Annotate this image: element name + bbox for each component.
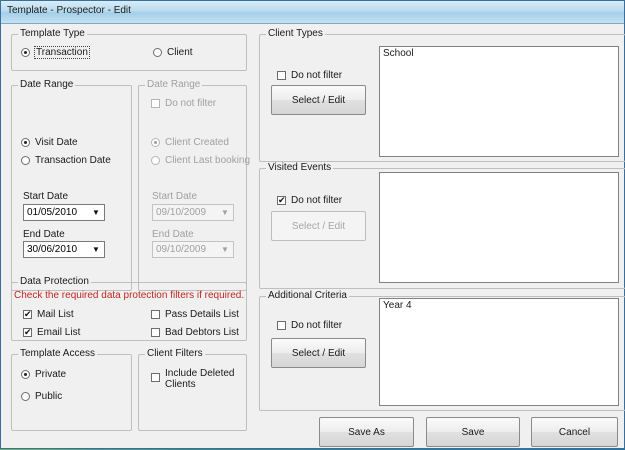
window-client-area: Template Type Transaction Client Date Ra…	[7, 25, 625, 447]
checkbox-box	[151, 310, 160, 319]
template-access-group: Template Access	[11, 349, 132, 431]
list-item[interactable]: Year 4	[383, 300, 412, 311]
client-label: Client	[167, 47, 193, 58]
mail-list-checkbox[interactable]: ✔ Mail List	[23, 309, 74, 320]
start-date-label: Start Date	[23, 191, 69, 202]
visited-events-legend: Visited Events	[268, 162, 332, 173]
data-protection-note: Check the required data protection filte…	[14, 290, 245, 301]
chevron-down-icon: ▼	[92, 245, 100, 254]
do-not-filter-label: Do not filter	[165, 98, 217, 109]
email-list-checkbox[interactable]: ✔ Email List	[23, 327, 80, 338]
include-deleted-label-line2: Clients	[165, 379, 196, 390]
visited-events-select-edit-button[interactable]: Select / Edit	[271, 211, 366, 241]
pass-details-list-label: Pass Details List	[165, 309, 239, 320]
checkbox-box	[151, 328, 160, 337]
radio-indicator	[21, 156, 30, 165]
private-radio[interactable]: Private	[21, 369, 66, 380]
client-date-do-not-filter-checkbox[interactable]: Do not filter	[151, 98, 216, 109]
chevron-down-icon: ▼	[221, 208, 229, 217]
template-type-legend: Template Type	[20, 28, 85, 39]
client-end-date-value: 09/10/2009	[156, 244, 207, 255]
date-range-group: Date Range	[11, 80, 132, 291]
chevron-down-icon: ▼	[221, 245, 229, 254]
visited-events-do-not-filter-checkbox[interactable]: ✔ Do not filter	[277, 195, 342, 206]
end-date-dropdown[interactable]: 30/06/2010 ▼	[23, 241, 105, 258]
include-deleted-clients-checkbox[interactable]: Include Deleted Clients	[151, 368, 235, 390]
list-item[interactable]: School	[383, 48, 414, 59]
public-label: Public	[35, 391, 63, 402]
template-access-legend: Template Access	[20, 348, 96, 359]
transaction-label: Transaction	[34, 46, 90, 59]
start-date-value: 01/05/2010	[27, 207, 78, 218]
visit-date-radio[interactable]: Visit Date	[21, 137, 78, 148]
client-types-legend: Client Types	[268, 28, 323, 39]
checkbox-box	[151, 99, 160, 108]
additional-criteria-do-not-filter-checkbox[interactable]: Do not filter	[277, 320, 342, 331]
checkbox-box	[277, 71, 286, 80]
client-created-radio[interactable]: Client Created	[151, 137, 229, 148]
radio-indicator	[21, 370, 30, 379]
radio-indicator	[153, 48, 162, 57]
chevron-down-icon: ▼	[92, 208, 100, 217]
radio-indicator	[151, 138, 160, 147]
checkbox-box	[277, 321, 286, 330]
radio-indicator	[21, 392, 30, 401]
checkbox-box	[151, 373, 160, 382]
date-range-legend: Date Range	[20, 79, 74, 90]
end-date-value: 30/06/2010	[27, 244, 78, 255]
client-date-range-group: Date Range	[138, 80, 247, 291]
radio-indicator	[151, 156, 160, 165]
checkbox-box: ✔	[23, 309, 32, 319]
mail-list-label: Mail List	[37, 309, 74, 320]
do-not-filter-label: Do not filter	[291, 320, 343, 331]
client-created-label: Client Created	[165, 137, 229, 148]
title-bar[interactable]: Template - Prospector - Edit	[1, 1, 624, 24]
data-protection-legend: Data Protection	[20, 276, 89, 287]
client-types-list[interactable]: School	[379, 46, 619, 157]
checkbox-box: ✔	[23, 327, 32, 337]
public-radio[interactable]: Public	[21, 391, 62, 402]
bad-debtors-list-label: Bad Debtors List	[165, 327, 239, 338]
additional-criteria-select-edit-button[interactable]: Select / Edit	[271, 338, 366, 368]
client-date-range-legend: Date Range	[147, 79, 201, 90]
additional-criteria-legend: Additional Criteria	[268, 290, 347, 301]
client-last-booking-radio[interactable]: Client Last booking	[151, 155, 250, 166]
client-radio[interactable]: Client	[153, 47, 193, 58]
private-label: Private	[35, 369, 67, 380]
bad-debtors-list-checkbox[interactable]: Bad Debtors List	[151, 327, 239, 338]
end-date-label: End Date	[23, 229, 65, 240]
checkbox-box: ✔	[277, 195, 286, 205]
do-not-filter-label: Do not filter	[291, 195, 343, 206]
additional-criteria-list[interactable]: Year 4	[379, 298, 619, 406]
client-start-date-value: 09/10/2009	[156, 207, 207, 218]
pass-details-list-checkbox[interactable]: Pass Details List	[151, 309, 239, 320]
client-types-do-not-filter-checkbox[interactable]: Do not filter	[277, 70, 342, 81]
cancel-button[interactable]: Cancel	[531, 417, 618, 447]
transaction-date-radio[interactable]: Transaction Date	[21, 155, 111, 166]
window-title: Template - Prospector - Edit	[7, 5, 131, 16]
radio-indicator	[21, 138, 30, 147]
do-not-filter-label: Do not filter	[291, 70, 343, 81]
include-deleted-label-line1: Include Deleted	[165, 368, 235, 379]
visited-events-list[interactable]	[379, 172, 619, 283]
client-end-date-label: End Date	[152, 229, 194, 240]
save-button[interactable]: Save	[426, 417, 520, 447]
radio-indicator	[21, 48, 30, 57]
client-start-date-dropdown[interactable]: 09/10/2009 ▼	[152, 204, 234, 221]
transaction-radio[interactable]: Transaction	[21, 46, 90, 59]
template-editor-window: Template - Prospector - Edit Template Ty…	[0, 0, 625, 449]
email-list-label: Email List	[37, 327, 81, 338]
visit-date-label: Visit Date	[35, 137, 78, 148]
client-last-booking-label: Client Last booking	[165, 155, 251, 166]
client-end-date-dropdown[interactable]: 09/10/2009 ▼	[152, 241, 234, 258]
start-date-dropdown[interactable]: 01/05/2010 ▼	[23, 204, 105, 221]
include-deleted-label: Include Deleted Clients	[165, 368, 235, 390]
client-filters-group: Client Filters	[138, 349, 247, 431]
save-as-button[interactable]: Save As	[319, 417, 414, 447]
client-types-select-edit-button[interactable]: Select / Edit	[271, 85, 366, 115]
transaction-date-label: Transaction Date	[35, 155, 111, 166]
client-start-date-label: Start Date	[152, 191, 198, 202]
client-filters-legend: Client Filters	[147, 348, 203, 359]
